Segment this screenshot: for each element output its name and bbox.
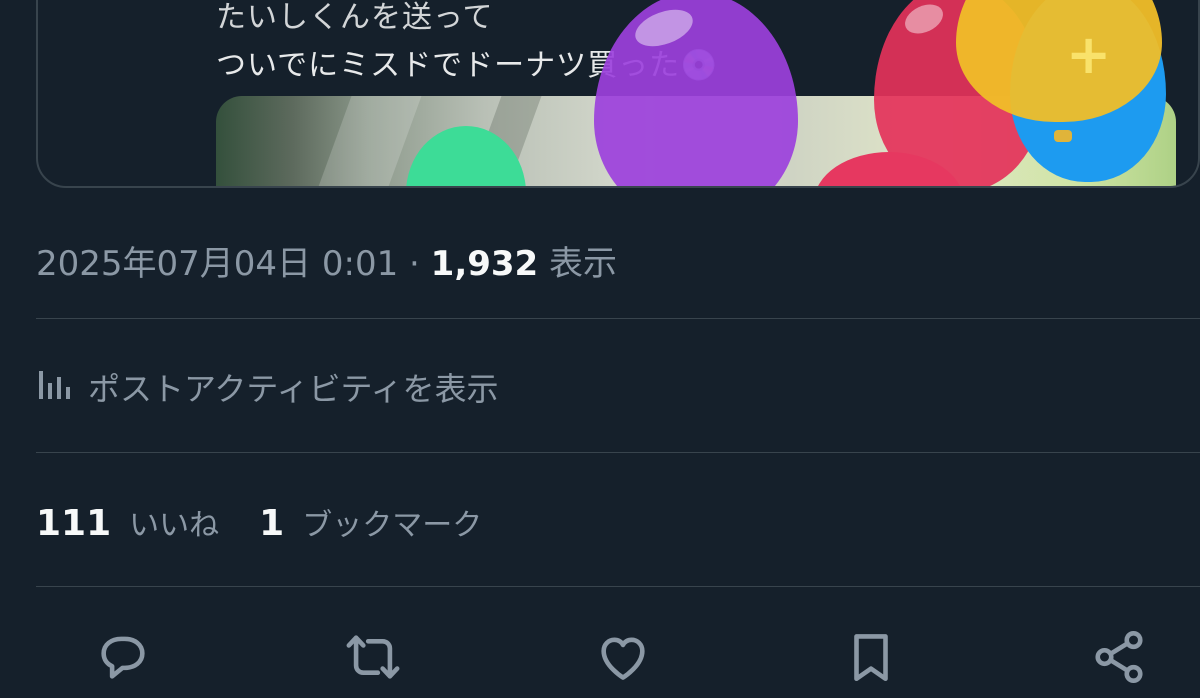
quoted-post-text-line1: たいしくんを送って [216, 0, 494, 35]
post-activity-link[interactable]: ポストアクティビティを表示 [36, 364, 499, 410]
views-count: 1,932 [430, 244, 539, 284]
like-button[interactable] [588, 628, 658, 698]
bookmark-button[interactable] [836, 628, 906, 698]
speech-bubble-icon [101, 636, 145, 679]
repost-button[interactable] [338, 628, 408, 698]
divider [36, 318, 1200, 319]
reply-button[interactable] [88, 628, 158, 698]
divider [36, 452, 1200, 453]
post-timestamp[interactable]: 2025年07月04日 0:01 [36, 244, 398, 284]
views-label: 表示 [549, 244, 618, 284]
divider [36, 586, 1200, 587]
purple-balloon-decoration [594, 0, 798, 186]
likes-label[interactable]: いいね [129, 500, 219, 544]
meta-separator: · [409, 244, 420, 284]
balloon-string-decoration [1054, 130, 1072, 142]
bookmarks-label[interactable]: ブックマーク [302, 500, 482, 544]
heart-icon [601, 637, 645, 680]
bookmarks-count[interactable]: 1 [259, 503, 284, 544]
engagement-stats: 111 いいね 1 ブックマーク [36, 500, 522, 544]
quoted-post-card[interactable]: たいしくんを送って ついでにミスドでドーナツ買った💿 + [36, 0, 1200, 188]
post-meta: 2025年07月04日 0:01 · 1,932 表示 [36, 236, 617, 285]
bar-chart-icon [36, 369, 70, 405]
post-activity-label: ポストアクティビティを表示 [88, 370, 499, 408]
likes-count[interactable]: 111 [36, 503, 111, 544]
post-action-bar [0, 628, 1200, 698]
share-button[interactable] [1084, 628, 1154, 698]
share-nodes-icon [1095, 631, 1143, 683]
repost-arrows-icon [346, 635, 400, 679]
bookmark-icon [854, 634, 888, 682]
